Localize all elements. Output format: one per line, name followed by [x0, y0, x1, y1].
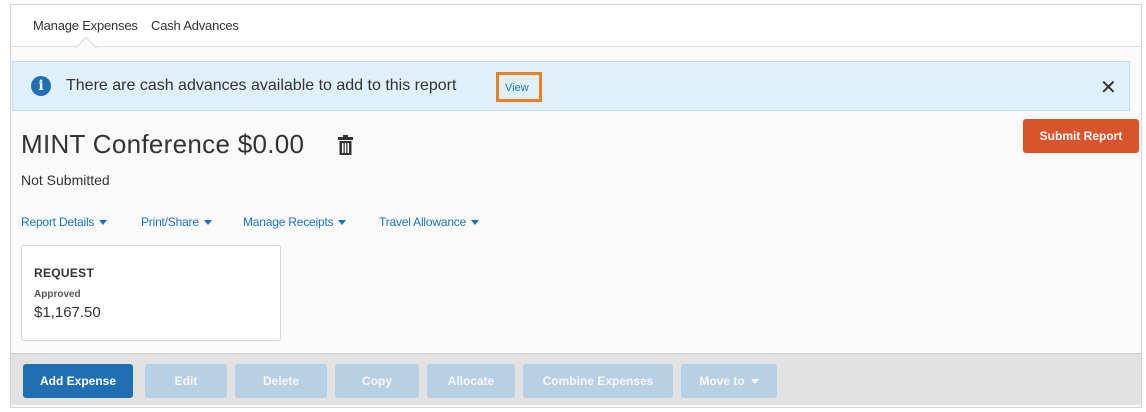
tab-bar: Manage Expenses Cash Advances: [11, 5, 1141, 47]
menu-label: Manage Receipts: [243, 215, 334, 229]
request-card-heading: REQUEST: [34, 266, 95, 280]
close-icon[interactable]: ✕: [1100, 75, 1117, 99]
move-to-label: Move to: [699, 374, 745, 388]
menu-travel-allowance[interactable]: Travel Allowance: [379, 215, 480, 229]
info-icon: i: [31, 76, 51, 96]
menu-report-details[interactable]: Report Details: [21, 215, 108, 229]
report-title: MINT Conference $0.00: [21, 129, 305, 159]
caret-down-icon: [99, 220, 108, 226]
cash-advance-banner: i There are cash advances available to a…: [12, 61, 1130, 111]
menu-label: Report Details: [21, 215, 95, 229]
tab-manage-expenses[interactable]: Manage Expenses: [33, 18, 138, 33]
menu-label: Print/Share: [141, 215, 199, 229]
caret-down-icon: [338, 220, 347, 226]
request-card[interactable]: REQUEST Approved $1,167.50: [21, 245, 281, 341]
report-frame: Manage Expenses Cash Advances i There ar…: [10, 4, 1142, 408]
allocate-button[interactable]: Allocate: [427, 364, 515, 398]
expense-toolbar: Add Expense Edit Delete Copy Allocate Co…: [11, 353, 1141, 405]
view-link[interactable]: View: [505, 82, 529, 94]
move-to-button[interactable]: Move to: [681, 364, 777, 398]
report-status: Not Submitted: [21, 172, 110, 188]
menu-print-share[interactable]: Print/Share: [141, 215, 212, 229]
edit-button[interactable]: Edit: [145, 364, 227, 398]
tab-cash-advances[interactable]: Cash Advances: [151, 18, 239, 33]
submit-report-button[interactable]: Submit Report: [1023, 119, 1139, 153]
menu-manage-receipts[interactable]: Manage Receipts: [243, 215, 347, 229]
caret-down-icon: [203, 220, 212, 226]
add-expense-button[interactable]: Add Expense: [23, 364, 133, 398]
request-card-amount: $1,167.50: [34, 304, 101, 321]
menu-label: Travel Allowance: [379, 215, 467, 229]
banner-message: There are cash advances available to add…: [66, 77, 457, 94]
caret-down-icon: [750, 379, 759, 385]
caret-down-icon: [471, 220, 480, 226]
request-card-status: Approved: [34, 289, 81, 300]
copy-button[interactable]: Copy: [335, 364, 419, 398]
trash-icon[interactable]: [338, 135, 353, 155]
active-tab-indicator: [75, 37, 97, 48]
combine-expenses-button[interactable]: Combine Expenses: [523, 364, 673, 398]
delete-button[interactable]: Delete: [235, 364, 327, 398]
view-link-highlight: View: [496, 72, 542, 102]
